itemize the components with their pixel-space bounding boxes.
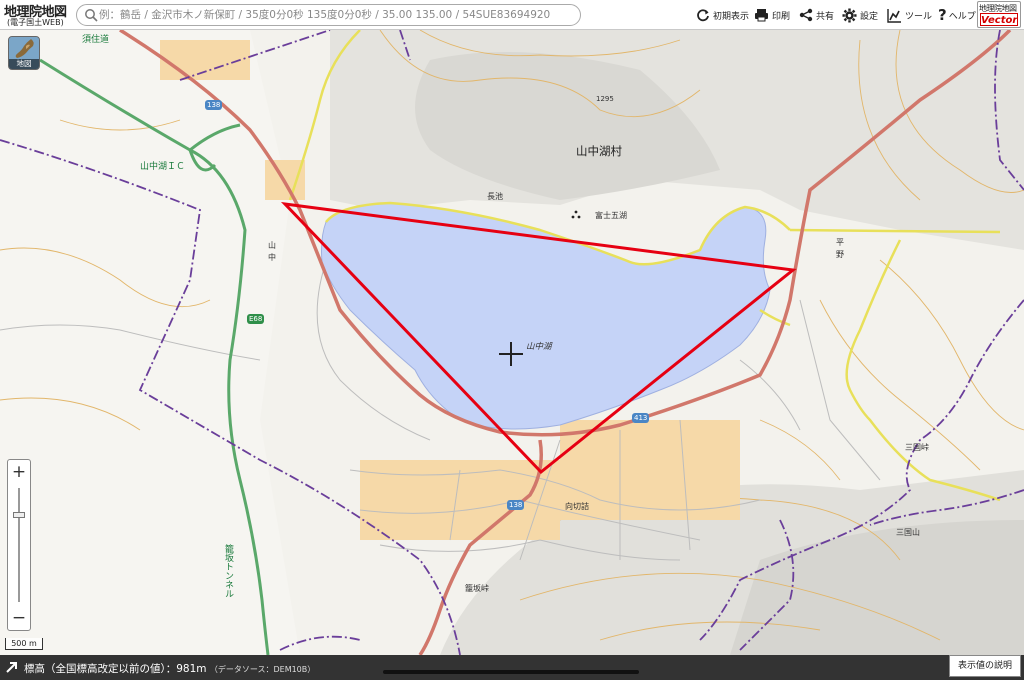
label-lake: 山中湖 xyxy=(526,342,552,352)
search-input[interactable] xyxy=(99,6,577,24)
label-top: 須住道 xyxy=(82,35,110,45)
basemap-switcher-button[interactable]: 地図 xyxy=(8,36,40,70)
label-hirano-2: 野 xyxy=(836,250,844,259)
label-elev-1295: 1295 xyxy=(596,95,614,103)
label-nagaike: 長池 xyxy=(487,192,503,201)
label-yamanaka-1: 山 xyxy=(268,241,276,250)
settings-button[interactable]: 設定 xyxy=(842,4,878,26)
print-label: 印刷 xyxy=(772,11,791,22)
scale-bar: 500 m xyxy=(5,638,43,650)
center-crosshair-icon xyxy=(499,342,523,366)
initial-view-button[interactable]: 初期表示 xyxy=(696,4,749,26)
label-kagosaka-tunnel: 籠坂トンネル xyxy=(223,544,233,598)
label-yamanakako-ic: 山中湖ＩＣ xyxy=(140,162,186,172)
share-label: 共有 xyxy=(816,11,835,22)
status-bar: 標高（全国標高改定以前の値）：981m （データソース：DEM10B） xyxy=(0,655,1024,680)
label-yamanakako-village: 山中湖村 xyxy=(576,144,622,158)
basemap-label: 地図 xyxy=(9,59,39,69)
label-mikuniyama: 三国山 xyxy=(896,528,920,537)
settings-label: 設定 xyxy=(860,11,879,22)
elevation-label: 標高（全国標高改定以前の値）： xyxy=(24,663,177,675)
share-icon xyxy=(799,8,813,22)
help-label: ヘルプ xyxy=(948,11,976,22)
refresh-icon xyxy=(697,9,709,22)
app-logo[interactable]: 地理院地図 (電子国土WEB) xyxy=(4,1,74,29)
label-fujigoko: 富士五湖 xyxy=(595,211,627,220)
zoom-slider-handle[interactable] xyxy=(13,512,25,518)
explain-values-button[interactable]: 表示値の説明 xyxy=(949,655,1021,677)
share-button[interactable]: 共有 xyxy=(799,4,834,26)
label-yamanaka-2: 中 xyxy=(268,253,276,262)
road-shield-413: 413 xyxy=(632,413,650,423)
label-hirano-1: 平 xyxy=(836,238,844,247)
print-button[interactable]: 印刷 xyxy=(754,4,790,26)
help-button[interactable]: ? ヘルプ xyxy=(938,4,976,26)
japan-map-icon xyxy=(9,37,39,61)
road-shield-138-north: 138 xyxy=(205,100,223,110)
label-mukaikiritsume: 向切詰 xyxy=(565,502,589,511)
app-subtitle: (電子国土WEB) xyxy=(7,18,64,27)
elevation-data-source: （データソース：DEM10B） xyxy=(209,665,316,674)
elevation-readout: 標高（全国標高改定以前の値）：981m （データソース：DEM10B） xyxy=(24,661,315,676)
tools-icon xyxy=(887,8,901,23)
zoom-in-button[interactable]: + xyxy=(8,461,30,483)
label-kagosaka-pass: 籠坂峠 xyxy=(465,584,489,593)
west-plain xyxy=(0,30,300,655)
gear-icon xyxy=(842,7,857,23)
vector-logo-label: Vector xyxy=(980,13,1018,26)
label-mikuni-pass: 三国峠 xyxy=(905,443,929,452)
map-canvas[interactable] xyxy=(0,0,1024,680)
zoom-out-button[interactable]: − xyxy=(8,607,30,629)
printer-icon xyxy=(755,9,768,22)
help-icon: ? xyxy=(938,6,947,24)
search-icon xyxy=(85,9,98,22)
initial-view-label: 初期表示 xyxy=(713,11,750,22)
road-shield-138-south: 138 xyxy=(507,500,525,510)
tools-button[interactable]: ツール xyxy=(887,4,932,26)
zoom-control: + − xyxy=(7,459,31,631)
zoom-slider-track[interactable] xyxy=(18,488,20,602)
elevation-value: 981m xyxy=(176,663,207,675)
vector-logo-button[interactable]: 地理院地図 Vector xyxy=(977,1,1021,28)
tools-label: ツール xyxy=(905,11,933,22)
home-indicator xyxy=(383,670,639,674)
expand-arrow-icon[interactable] xyxy=(5,660,19,674)
top-toolbar: 地理院地図 (電子国土WEB) 初期表示 印刷 共有 xyxy=(0,0,1024,30)
search-box xyxy=(76,4,581,26)
road-shield-e68: E68 xyxy=(247,314,265,324)
